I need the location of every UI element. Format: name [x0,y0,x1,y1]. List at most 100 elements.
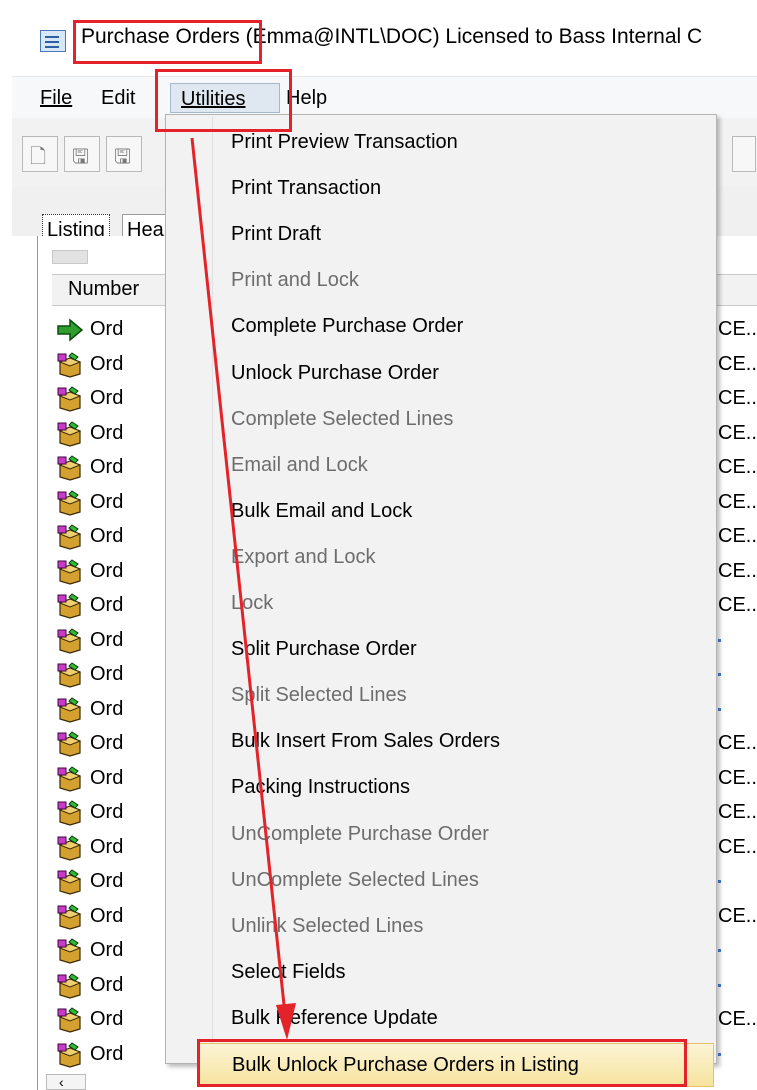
table-row[interactable]: Ord [56,452,166,486]
table-row[interactable]: Ord [56,694,166,728]
menu-item-uncomplete-selected-lines[interactable]: UnComplete Selected Lines [166,859,716,903]
utilities-dropdown: Print Preview Transaction Print Transacti… [165,114,717,1087]
table-row[interactable]: Ord [56,314,166,348]
new-button[interactable]: 🗋 [22,136,58,172]
column-header-number: Number [68,278,140,300]
table-row[interactable]: Ord [56,763,166,797]
row-number-text: Ord [90,766,124,789]
menu-item-split-purchase-order[interactable]: Split Purchase Order [166,628,716,672]
menu-item-bulk-insert-from-sales-orders[interactable]: Bulk Insert From Sales Orders [166,720,716,764]
menu-item-label: Split Selected Lines [231,684,407,707]
menu-item-export-and-lock[interactable]: Export and Lock [166,536,716,580]
menu-item-lock[interactable]: Lock [166,582,716,626]
table-row[interactable]: Ord [56,625,166,659]
background-window-edge [0,0,12,1090]
row-number-text: Ord [90,525,124,547]
table-row[interactable]: Ord [56,866,166,900]
menu-edit-label: Edit [101,87,136,109]
toolbar-right-button[interactable] [732,136,756,172]
row-right-marker [718,983,721,987]
menu-item-label: Bulk Unlock Purchase Orders in Listing [232,1054,579,1076]
order-box-icon [57,972,82,999]
menu-utilities[interactable]: Utilities [170,83,280,113]
menu-item-complete-selected-lines[interactable]: Complete Selected Lines [166,398,716,442]
row-right-marker [718,880,721,883]
menu-item-email-and-lock[interactable]: Email and Lock [166,444,716,488]
table-row[interactable]: Ord [56,349,166,383]
table-row[interactable]: Ord [56,797,166,831]
horizontal-scrollbar-left[interactable]: ‹ [46,1074,86,1090]
menu-item-split-selected-lines[interactable]: Split Selected Lines [166,674,716,718]
menu-item-packing-instructions[interactable]: Packing Instructions [166,766,716,810]
table-row[interactable]: Ord [56,1039,166,1073]
row-right-cell: CE.. [718,387,757,409]
table-row[interactable]: Ord [56,590,166,624]
app-icon [40,30,66,52]
table-row[interactable]: Ord [56,901,166,935]
menu-item-label: Lock [231,592,274,614]
menu-help[interactable]: Help [280,83,333,113]
menu-item-unlock-purchase-order[interactable]: Unlock Purchase Order [166,352,716,396]
table-row[interactable]: Ord [56,487,166,521]
menu-item-bulk-unlock-purchase-orders-in-listing[interactable]: Bulk Unlock Purchase Orders in Listing [197,1043,714,1087]
order-box-icon [57,869,82,895]
row-number-text: Ord [90,904,124,927]
menu-file[interactable]: File [34,83,78,113]
save-as-button[interactable]: 🖫 [106,136,142,172]
menu-item-uncomplete-purchase-order[interactable]: UnComplete Purchase Order [166,813,716,857]
table-row[interactable]: Ord [56,556,166,590]
menu-item-print-draft[interactable]: Print Draft [166,213,716,257]
menu-utilities-label: Utilities [181,88,246,110]
row-right-cell: CE.. [718,835,757,858]
scroll-left-icon: ‹ [59,1074,64,1090]
row-right-cell: CE.. [718,318,757,340]
menu-item-label: Complete Selected Lines [231,407,454,430]
table-row[interactable]: Ord [56,659,166,693]
menu-item-print-preview-transaction[interactable]: Print Preview Transaction [166,121,716,165]
row-number-text: Ord [90,801,124,823]
table-row[interactable]: Ord [56,1004,166,1038]
order-box-icon [57,351,82,378]
menu-item-label: Select Fields [231,960,346,983]
table-row[interactable]: Ord [56,728,166,762]
menu-item-print-and-lock[interactable]: Print and Lock [166,259,716,303]
menu-item-label: Export and Lock [231,545,376,568]
table-row[interactable]: Ord [56,970,166,1004]
order-box-icon [57,800,82,826]
table-row[interactable]: Ord [56,521,166,555]
row-number-text: Ord [90,732,124,754]
order-box-icon [57,627,82,654]
menu-item-unlink-selected-lines[interactable]: Unlink Selected Lines [166,905,716,949]
row-number-text: Ord [90,835,124,858]
menu-edit[interactable]: Edit [95,83,141,113]
row-number-text: Ord [90,939,124,961]
table-row[interactable]: Ord [56,832,166,866]
order-box-icon [57,386,82,412]
order-box-icon [57,558,82,585]
menu-item-select-fields[interactable]: Select Fields [166,951,716,995]
menu-item-label: Packing Instructions [231,776,410,799]
row-right-cell: CE.. [718,559,757,582]
menu-item-label: Print Transaction [231,177,382,200]
row-number-text: Ord [90,490,124,513]
order-box-icon [57,524,82,550]
menu-item-print-transaction[interactable]: Print Transaction [166,167,716,211]
table-row[interactable]: Ord [56,383,166,417]
row-number-text: Ord [90,594,124,616]
save-button[interactable]: 🖫 [64,136,100,172]
menu-item-label: UnComplete Selected Lines [231,868,479,891]
menu-item-bulk-reference-update[interactable]: Bulk Reference Update [166,997,716,1041]
menu-item-label: Print Draft [231,223,322,246]
row-number-text: Ord [90,456,124,478]
order-box-icon [57,489,82,516]
table-row[interactable]: Ord [56,418,166,452]
menu-bar: File Edit Utilities Help [12,76,757,119]
menu-item-complete-purchase-order[interactable]: Complete Purchase Order [166,305,716,349]
order-box-icon [57,938,82,964]
table-row[interactable]: Ord [56,935,166,969]
menu-item-label: Split Purchase Order [231,638,417,661]
row-number-text: Ord [90,352,124,375]
menu-item-label: Unlink Selected Lines [231,914,424,937]
menu-item-bulk-email-and-lock[interactable]: Bulk Email and Lock [166,490,716,534]
menu-item-label: Bulk Email and Lock [231,499,413,522]
